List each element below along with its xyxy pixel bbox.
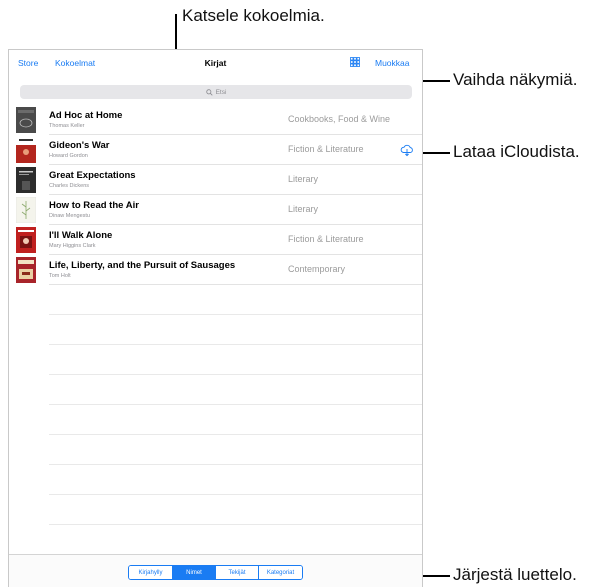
search-placeholder: Etsi (215, 88, 227, 96)
empty-row (9, 465, 422, 495)
book-author: Thomas Keller (49, 123, 85, 129)
book-author: Howard Gordon (49, 153, 88, 159)
book-cover (16, 167, 36, 193)
empty-row (9, 435, 422, 465)
empty-row (9, 375, 422, 405)
empty-row (9, 525, 422, 555)
book-title: Life, Liberty, and the Pursuit of Sausag… (49, 260, 236, 271)
book-title: Great Expectations (49, 170, 136, 181)
book-author: Mary Higgins Clark (49, 243, 96, 249)
book-title: I'll Walk Alone (49, 230, 113, 241)
sort-segmented-control: Kirjahylly Nimet Tekijät Kategoriat (128, 565, 303, 580)
page-title: Kirjat (204, 58, 227, 68)
table-row[interactable]: Life, Liberty, and the Pursuit of Sausag… (9, 255, 422, 285)
edit-button[interactable]: Muokkaa (375, 58, 410, 68)
segment-titles[interactable]: Nimet (172, 566, 215, 579)
book-category: Cookbooks, Food & Wine (288, 114, 391, 124)
segment-bookshelf[interactable]: Kirjahylly (129, 566, 172, 579)
book-title: Gideon's War (49, 140, 110, 151)
search-icon (205, 88, 213, 96)
book-category: Literary (288, 174, 319, 184)
grid-view-icon[interactable] (350, 57, 360, 67)
book-cover (16, 227, 36, 253)
search-field[interactable]: Etsi (20, 85, 412, 99)
table-row[interactable]: Great Expectations Charles Dickens Liter… (9, 165, 422, 195)
book-author: Charles Dickens (49, 183, 90, 189)
callout-switch-view: Vaihda näkymiä. (453, 70, 578, 89)
table-row[interactable]: Ad Hoc at Home Thomas Keller Cookbooks, … (9, 105, 422, 135)
table-row[interactable]: Gideon's War Howard Gordon Fiction & Lit… (9, 135, 422, 165)
book-category: Fiction & Literature (288, 144, 364, 154)
book-title: Ad Hoc at Home (49, 110, 123, 121)
table-row[interactable]: How to Read the Air Dinaw Mengestu Liter… (9, 195, 422, 225)
book-cover (15, 196, 37, 224)
book-title: How to Read the Air (49, 200, 139, 211)
empty-row (9, 345, 422, 375)
navigation-bar: Store Kokoelmat Kirjat Muokkaa (9, 50, 422, 76)
book-cover (16, 107, 36, 133)
book-list: Ad Hoc at Home Thomas Keller Cookbooks, … (9, 105, 422, 555)
callout-icloud: Lataa iCloudista. (453, 142, 580, 161)
segment-categories[interactable]: Kategoriat (258, 566, 302, 579)
book-category: Literary (288, 204, 319, 214)
bottom-toolbar: Kirjahylly Nimet Tekijät Kategoriat (9, 554, 422, 587)
table-row[interactable]: I'll Walk Alone Mary Higgins Clark Ficti… (9, 225, 422, 255)
empty-row (9, 315, 422, 345)
callout-collections: Katsele kokoelmia. (182, 6, 325, 25)
empty-row (9, 495, 422, 525)
icloud-download-icon[interactable] (400, 143, 414, 157)
book-author: Tom Holt (49, 273, 71, 279)
empty-row (9, 285, 422, 315)
book-author: Dinaw Mengestu (49, 213, 90, 219)
book-category: Fiction & Literature (288, 234, 364, 244)
book-category: Contemporary (288, 264, 346, 274)
empty-row (9, 405, 422, 435)
callout-sort: Järjestä luettelo. (453, 565, 577, 584)
book-cover (16, 257, 36, 283)
segment-authors[interactable]: Tekijät (215, 566, 258, 579)
book-cover (16, 137, 36, 163)
ipad-screen: Store Kokoelmat Kirjat Muokkaa Etsi Ad H… (8, 49, 423, 587)
